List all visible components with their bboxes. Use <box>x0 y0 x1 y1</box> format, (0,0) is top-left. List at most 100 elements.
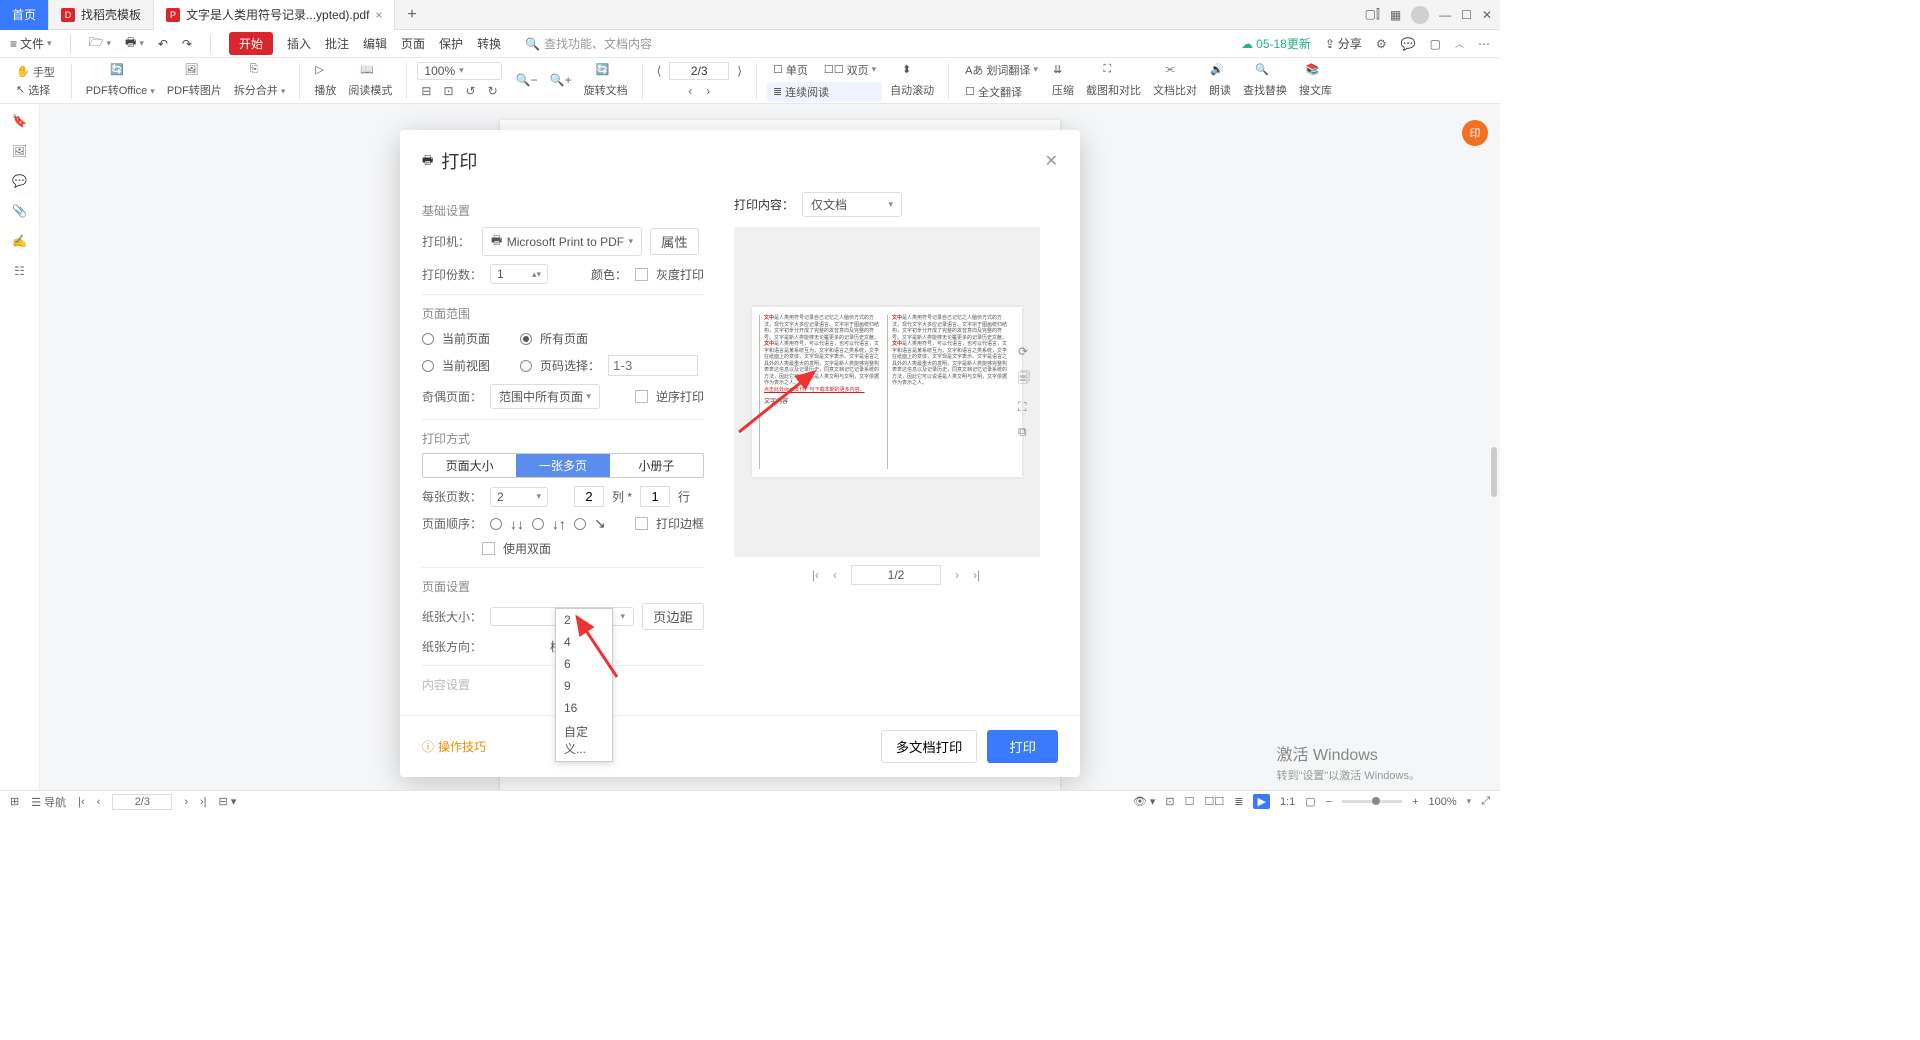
sb-nav-button[interactable]: ☰ 导航 <box>31 794 66 810</box>
fit-page-icon[interactable]: ⊡ <box>439 82 457 100</box>
margins-button[interactable]: 页边距 <box>642 603 704 630</box>
tab-insert[interactable]: 插入 <box>287 35 311 52</box>
sb-page-input[interactable]: 2/3 <box>112 794 172 810</box>
preview-page-indicator[interactable]: 1/2 <box>851 565 941 585</box>
zoom-out-icon[interactable]: 🔍− <box>512 71 542 89</box>
undo-icon[interactable]: ↶ <box>158 37 168 51</box>
sb-eye-icon[interactable]: 👁 ▾ <box>1133 795 1156 808</box>
scrollbar[interactable] <box>1491 447 1497 497</box>
doc-compare[interactable]: ⫘文档比对 <box>1149 63 1201 98</box>
compress-button[interactable]: ⇊压缩 <box>1048 63 1078 98</box>
search-library[interactable]: 📚搜文库 <box>1295 63 1336 98</box>
rows-input[interactable] <box>640 486 670 507</box>
tab-add[interactable]: + <box>395 6 428 24</box>
sb-fitpage-icon[interactable]: ▢ <box>1305 795 1315 808</box>
rotate-doc[interactable]: 🔄旋转文档 <box>580 63 632 98</box>
word-translate[interactable]: Aあ 划词翻译▾ <box>959 60 1044 80</box>
full-translate[interactable]: ☐ 全文翻译 <box>959 82 1044 102</box>
pointer-mode[interactable]: ✋ 手型 ↖ 选择 <box>10 64 61 98</box>
tab-start[interactable]: 开始 <box>229 32 273 55</box>
open-icon[interactable]: 🗁 ▾ <box>89 33 111 54</box>
zoom-select[interactable]: 100%▾ <box>417 62 501 80</box>
read-mode[interactable]: 📖阅读模式 <box>344 63 396 98</box>
copies-spinner[interactable]: 1▴▾ <box>490 264 548 284</box>
preview-copy-icon[interactable]: 🗐 <box>1018 369 1030 390</box>
tab-annotate[interactable]: 批注 <box>325 35 349 52</box>
sb-play-icon[interactable]: ▶ <box>1253 794 1269 809</box>
double-page-toggle[interactable]: ☐☐ 双页▾ <box>818 60 882 80</box>
print-button[interactable]: 打印 <box>987 730 1058 763</box>
redo-icon[interactable]: ↷ <box>182 37 192 51</box>
layers-icon[interactable]: ☷ <box>14 264 25 278</box>
page-next-icon[interactable]: › <box>702 82 714 100</box>
comment-icon[interactable]: 💬 <box>12 174 27 188</box>
zoom-in-icon[interactable]: 🔍+ <box>546 71 576 89</box>
print-border-checkbox[interactable] <box>635 517 648 530</box>
split-merge[interactable]: ⎘拆分合并 ▾ <box>230 63 290 98</box>
radio-page-select[interactable] <box>520 360 532 372</box>
tab-protect[interactable]: 保护 <box>439 35 463 52</box>
order-opt-2[interactable] <box>532 518 544 530</box>
sb-single-icon[interactable]: ☐ <box>1185 795 1195 808</box>
preview-crop-icon[interactable]: ⛶ <box>1018 400 1030 415</box>
preview-content-select[interactable]: 仅文档▾ <box>802 192 902 217</box>
menu-hamburger[interactable]: ≡ 文件 ▾ <box>10 35 52 52</box>
close-icon[interactable]: × <box>375 8 382 22</box>
rotate-right-icon[interactable]: ↻ <box>484 82 502 100</box>
message-icon[interactable]: 💬 <box>1401 37 1416 51</box>
window-maximize-icon[interactable]: ☐ <box>1461 8 1472 22</box>
auto-scroll[interactable]: ⬍自动滚动 <box>886 63 938 98</box>
tab-home[interactable]: 首页 <box>0 0 49 30</box>
sb-zoom-value[interactable]: 100% <box>1429 796 1457 808</box>
reverse-checkbox[interactable] <box>635 390 648 403</box>
sb-next-icon[interactable]: › <box>184 796 188 808</box>
preview-next-icon[interactable]: › <box>955 568 959 582</box>
dropdown-item[interactable]: 16 <box>556 697 612 719</box>
pdf-to-image[interactable]: 🖼PDF转图片 <box>163 63 226 98</box>
page-last-icon[interactable]: ⟩ <box>733 62 746 80</box>
cols-input[interactable] <box>574 486 604 507</box>
float-pdf-badge[interactable]: 印 <box>1462 120 1488 146</box>
page-select-input[interactable] <box>608 355 698 376</box>
signature-icon[interactable]: ✍ <box>12 234 27 248</box>
pages-per-select[interactable]: 2▾ <box>490 487 548 507</box>
tab-page-size[interactable]: 页面大小 <box>423 454 516 477</box>
tab-convert[interactable]: 转换 <box>477 35 501 52</box>
preview-first-icon[interactable]: |‹ <box>812 568 819 582</box>
grayscale-checkbox[interactable] <box>635 268 648 281</box>
sb-expand-icon[interactable]: ⤢ <box>1481 795 1490 808</box>
tab-page[interactable]: 页面 <box>401 35 425 52</box>
sb-prev-icon[interactable]: ‹ <box>97 796 101 808</box>
dropdown-item[interactable]: 自定义... <box>556 719 612 761</box>
window-close-icon[interactable]: ✕ <box>1482 8 1492 22</box>
single-page-toggle[interactable]: ☐ 单页 <box>767 60 814 80</box>
rotate-left-icon[interactable]: ↺ <box>462 82 480 100</box>
radio-current-page[interactable] <box>422 333 434 345</box>
read-aloud[interactable]: 🔊朗读 <box>1205 63 1235 98</box>
tab-edit[interactable]: 编辑 <box>363 35 387 52</box>
collapse-ribbon-icon[interactable]: ▢ <box>1430 37 1441 51</box>
function-search[interactable]: 🔍 查找功能、文档内容 <box>525 35 652 52</box>
sb-fit-icon[interactable]: ⊡ <box>1165 795 1174 808</box>
settings-icon[interactable]: ⚙ <box>1376 37 1387 51</box>
sb-panel-icon[interactable]: ⊞ <box>10 795 19 808</box>
multi-doc-print-button[interactable]: 多文档打印 <box>881 730 978 763</box>
attachment-icon[interactable]: 📎 <box>12 204 27 218</box>
printer-props-button[interactable]: 属性 <box>650 228 699 255</box>
tab-templates[interactable]: D 找稻壳模板 <box>49 0 154 30</box>
preview-scan-icon[interactable]: ⧉ <box>1018 425 1030 440</box>
sb-layout-icon[interactable]: ⊟ ▾ <box>219 795 237 808</box>
fit-width-icon[interactable]: ⊟ <box>417 82 435 100</box>
radio-current-view[interactable] <box>422 360 434 372</box>
print-icon[interactable]: 🖶 ▾ <box>125 33 144 54</box>
window-minimize-icon[interactable]: — <box>1439 8 1451 22</box>
dialog-close-icon[interactable]: ✕ <box>1045 151 1058 171</box>
oddeven-select[interactable]: 范围中所有页面▾ <box>490 384 600 409</box>
page-prev-icon[interactable]: ‹ <box>684 82 696 100</box>
sb-first-icon[interactable]: |‹ <box>78 796 85 808</box>
duplex-checkbox[interactable] <box>482 542 495 555</box>
order-opt-1[interactable] <box>490 518 502 530</box>
find-replace[interactable]: 🔍查找替换 <box>1239 63 1291 98</box>
sb-1to1-icon[interactable]: 1:1 <box>1280 796 1295 808</box>
preview-prev-icon[interactable]: ‹ <box>833 568 837 582</box>
